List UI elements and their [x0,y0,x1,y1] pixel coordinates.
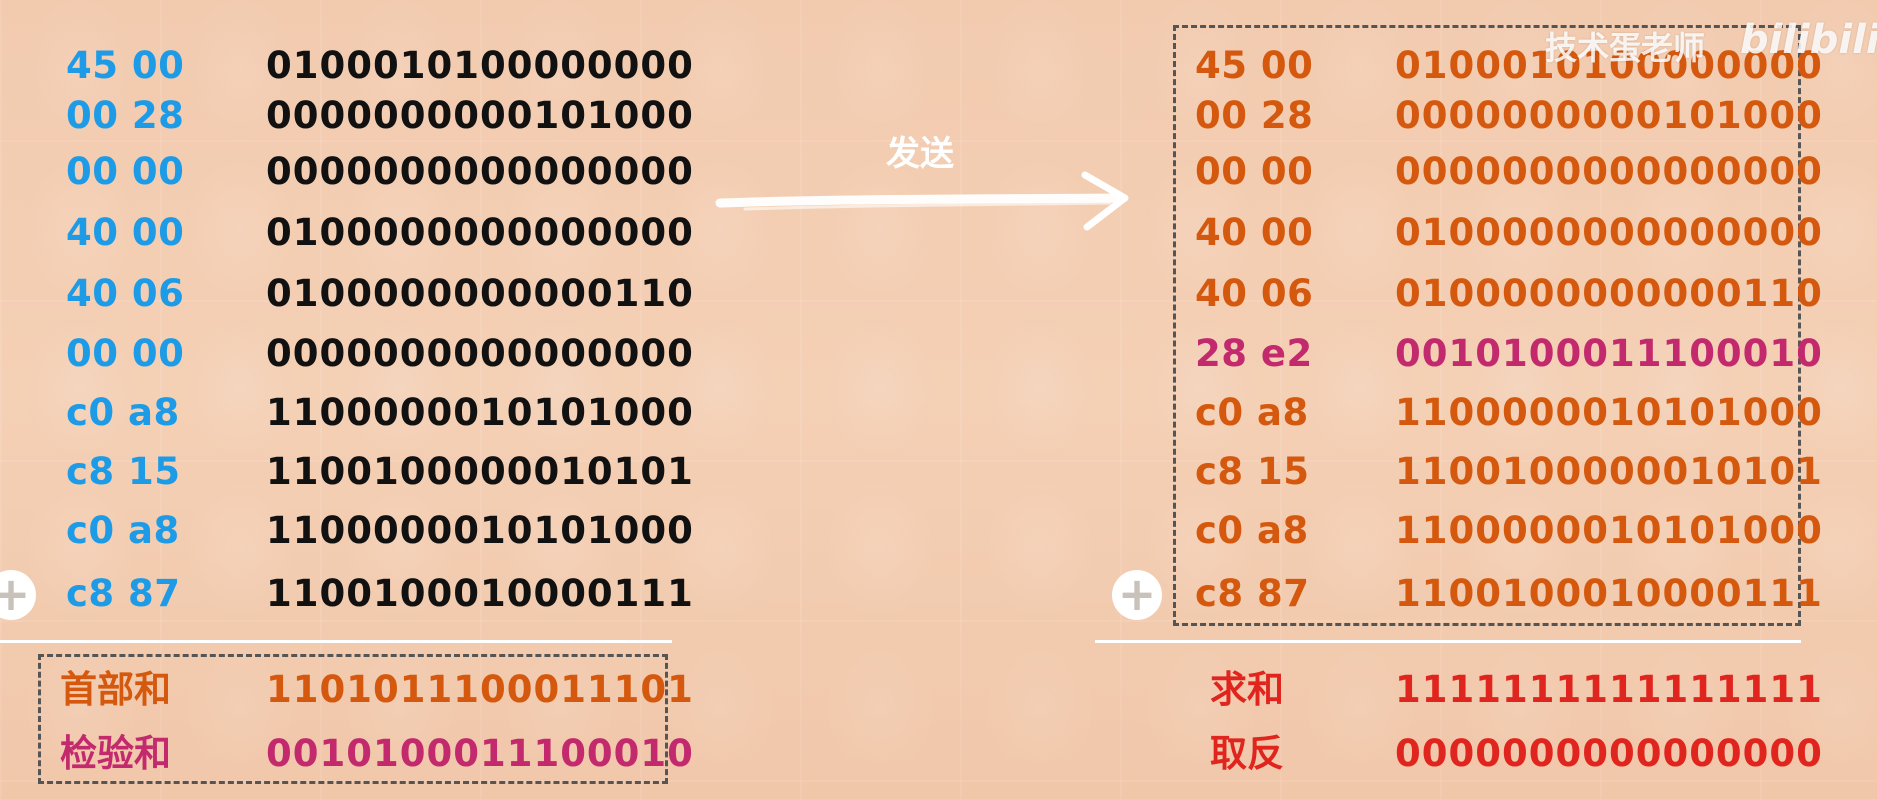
send-arrow-icon [715,171,1129,231]
right-hex-4: 40 06 [1195,272,1314,315]
right-bin-2: 0000000000000000 [1395,150,1823,193]
left-bin-1: 0000000000101000 [266,94,694,137]
left-label-header-sum: 首部和 [60,668,171,711]
left-hex-6: c0 a8 [66,391,180,434]
right-bin-7: 1100100000010101 [1395,450,1823,493]
left-hex-5: 00 00 [66,332,185,375]
left-bin-7: 1100100000010101 [266,450,694,493]
right-hex-9: c8 87 [1195,572,1310,615]
right-hex-7: c8 15 [1195,450,1310,493]
right-bin-invert: 0000000000000000 [1395,732,1823,775]
left-hex-1: 00 28 [66,94,185,137]
bilibili-logo: bilibili [1740,17,1877,63]
right-hex-2: 00 00 [1195,150,1314,193]
right-label-invert: 取反 [1210,732,1284,775]
right-hex-8: c0 a8 [1195,509,1309,552]
right-bin-9: 1100100010000111 [1395,572,1823,615]
left-bin-8: 1100000010101000 [266,509,694,552]
right-bin-1: 0000000000101000 [1395,94,1823,137]
right-bin-8: 1100000010101000 [1395,509,1823,552]
author-watermark: 技术蛋老师 [1545,29,1706,67]
left-bin-2: 0000000000000000 [266,150,694,193]
left-bin-checksum: 0010100011100010 [266,732,694,775]
left-label-checksum: 检验和 [60,732,171,775]
left-bin-6: 1100000010101000 [266,391,694,434]
left-hex-2: 00 00 [66,150,185,193]
left-bin-0: 0100010100000000 [266,44,694,87]
right-bin-5-checksum: 0010100011100010 [1395,332,1823,375]
left-hex-7: c8 15 [66,450,181,493]
right-bin-4: 0100000000000110 [1395,272,1823,315]
left-bin-header-sum: 1101011100011101 [266,668,694,711]
right-hex-0: 45 00 [1195,44,1314,87]
left-hex-0: 45 00 [66,44,185,87]
right-label-sum: 求和 [1210,668,1284,711]
right-bin-sum: 1111111111111111 [1395,668,1823,711]
right-bin-3: 0100000000000000 [1395,211,1823,254]
right-hex-3: 40 00 [1195,211,1314,254]
right-hex-5-checksum: 28 e2 [1195,332,1313,375]
right-sum-divider [1095,640,1801,643]
left-hex-3: 40 00 [66,211,185,254]
right-bin-6: 1100000010101000 [1395,391,1823,434]
left-bin-5: 0000000000000000 [266,332,694,375]
left-bin-4: 0100000000000110 [266,272,694,315]
right-hex-6: c0 a8 [1195,391,1309,434]
left-bin-9: 1100100010000111 [266,572,694,615]
left-hex-8: c0 a8 [66,509,180,552]
left-bin-3: 0100000000000000 [266,211,694,254]
left-hex-4: 40 06 [66,272,185,315]
right-plus-icon: + [1112,570,1162,620]
left-sum-divider [0,640,672,643]
right-hex-1: 00 28 [1195,94,1314,137]
left-hex-9: c8 87 [66,572,181,615]
